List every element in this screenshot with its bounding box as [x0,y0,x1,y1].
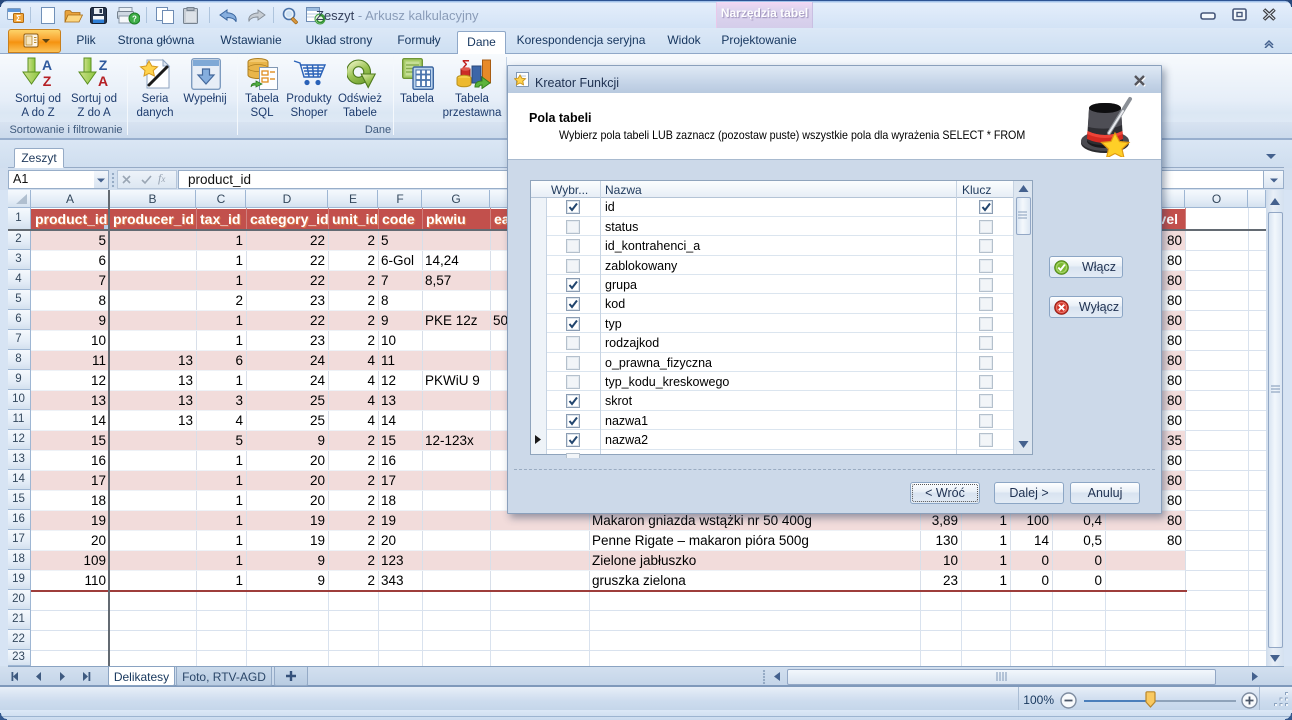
svg-text:A: A [42,57,52,73]
svg-text:?: ? [132,15,137,24]
svg-text:A: A [98,73,108,88]
svg-text:Z: Z [99,57,108,73]
svg-text:Z: Z [43,73,52,88]
svg-text:Σ: Σ [16,14,21,23]
